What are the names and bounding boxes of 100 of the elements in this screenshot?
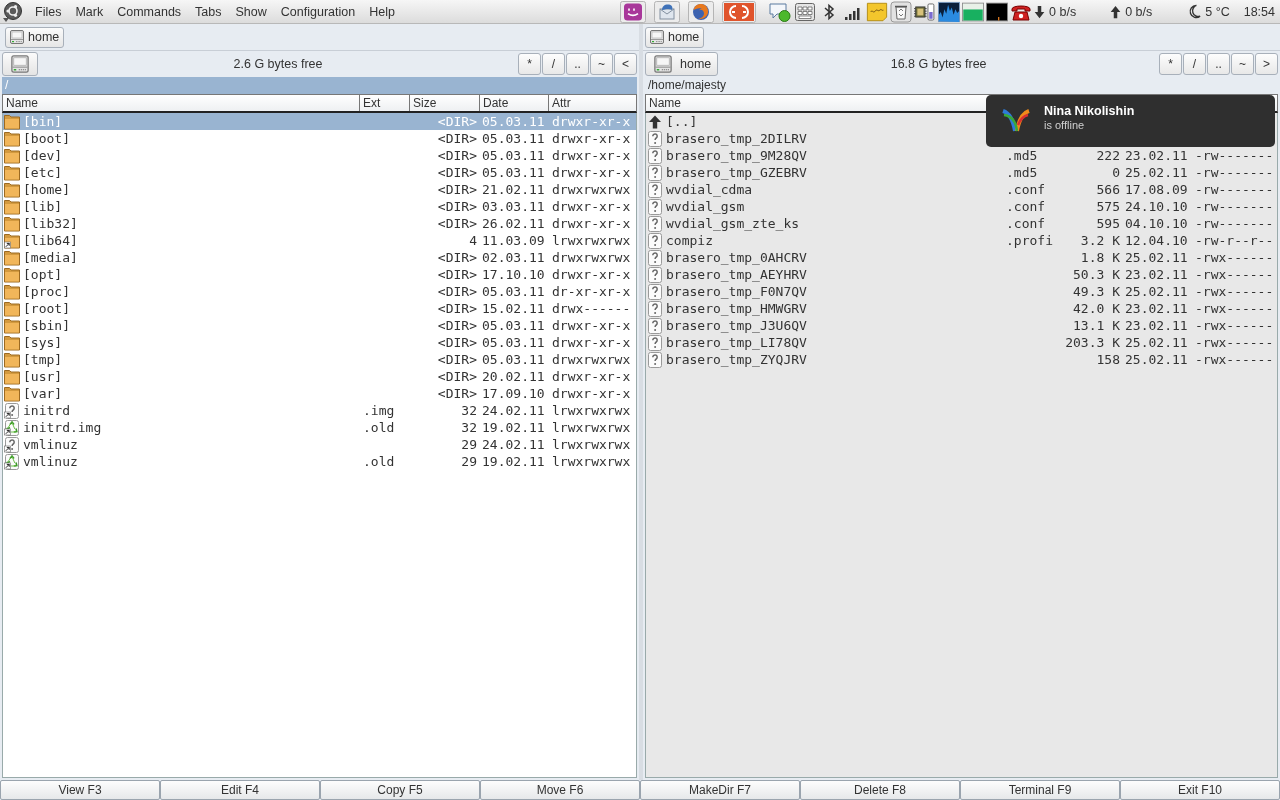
globe-icon[interactable] bbox=[688, 0, 715, 23]
menu-item[interactable]: Show bbox=[228, 0, 274, 23]
file-size: <DIR> bbox=[437, 301, 477, 316]
menu-item[interactable]: Help bbox=[362, 0, 402, 23]
temperature[interactable]: 5 °C bbox=[1205, 4, 1230, 19]
column-header[interactable]: Name bbox=[3, 95, 360, 111]
function-key-button[interactable]: Copy F5 bbox=[320, 780, 480, 800]
file-size: 566 bbox=[1096, 182, 1120, 197]
file-name[interactable]: [sbin] bbox=[23, 317, 70, 334]
file-attributes: lrwxrwxrwx bbox=[552, 403, 631, 418]
file-name[interactable]: vmlinuz bbox=[23, 453, 78, 470]
menu-item[interactable]: Commands bbox=[110, 0, 189, 23]
file-name[interactable]: vmlinuz bbox=[23, 436, 78, 453]
file-name[interactable]: initrd bbox=[23, 402, 70, 419]
menu-item[interactable]: Mark bbox=[68, 0, 111, 23]
menu-item[interactable]: Tabs bbox=[188, 0, 229, 23]
chip-and-battery-icon[interactable] bbox=[914, 0, 937, 23]
file-attributes: drwxr-xr-x bbox=[552, 267, 631, 282]
upload-arrow-icon bbox=[1110, 4, 1122, 19]
drive-tab[interactable]: home bbox=[5, 26, 65, 48]
file-name[interactable]: [usr] bbox=[23, 368, 63, 385]
file-name[interactable]: [lib64] bbox=[23, 232, 78, 249]
nav-button[interactable]: * bbox=[1159, 53, 1182, 75]
file-size: 595 bbox=[1096, 216, 1120, 231]
file-attributes: drwxr-xr-x bbox=[552, 318, 631, 333]
file-attributes: drwxr-xr-x bbox=[552, 386, 631, 401]
nav-button[interactable]: .. bbox=[1207, 53, 1230, 75]
nav-button[interactable]: / bbox=[542, 53, 565, 75]
column-header[interactable]: Size bbox=[410, 95, 480, 111]
file-name[interactable]: [tmp] bbox=[23, 351, 63, 368]
nav-button[interactable]: < bbox=[614, 53, 637, 75]
function-key-button[interactable]: Delete F8 bbox=[800, 780, 960, 800]
question-file-icon bbox=[647, 249, 663, 266]
question-file-icon bbox=[647, 215, 663, 232]
folder-icon bbox=[4, 147, 20, 164]
file-size: 203.3 K bbox=[1065, 335, 1120, 350]
drive-tab[interactable]: home bbox=[645, 26, 705, 48]
function-key-button[interactable]: Edit F4 bbox=[160, 780, 320, 800]
nav-button[interactable]: ~ bbox=[590, 53, 613, 75]
file-name[interactable]: [opt] bbox=[23, 266, 63, 283]
menu-item[interactable]: Files bbox=[28, 0, 69, 23]
column-header[interactable]: Attr bbox=[549, 95, 636, 111]
file-name[interactable]: [lib] bbox=[23, 198, 63, 215]
column-header[interactable]: Ext bbox=[360, 95, 410, 111]
file-attributes: lrwxrwxrwx bbox=[552, 420, 631, 435]
file-name[interactable]: initrd.img bbox=[23, 419, 102, 436]
column-header[interactable]: Date bbox=[480, 95, 549, 111]
nav-button[interactable]: > bbox=[1255, 53, 1278, 75]
nav-button[interactable]: * bbox=[518, 53, 541, 75]
keyboard-icon[interactable] bbox=[794, 0, 817, 23]
file-attributes: -rw------- bbox=[1195, 148, 1274, 163]
nav-button[interactable]: .. bbox=[566, 53, 589, 75]
envelope-icon[interactable] bbox=[654, 0, 681, 23]
file-name[interactable]: [dev] bbox=[23, 147, 63, 164]
question-file-icon bbox=[647, 164, 663, 181]
function-key-button[interactable]: Exit F10 bbox=[1120, 780, 1280, 800]
file-date: 24.10.10 bbox=[1125, 199, 1188, 214]
file-extension: .old bbox=[363, 420, 395, 435]
file-attributes: -rwx------ bbox=[1195, 318, 1274, 333]
file-name[interactable]: [home] bbox=[23, 181, 70, 198]
file-name[interactable]: [var] bbox=[23, 385, 63, 402]
area-graph-icon[interactable] bbox=[938, 0, 961, 23]
file-name[interactable]: [root] bbox=[23, 300, 70, 317]
question-file-icon bbox=[647, 283, 663, 300]
file-date: 23.02.11 bbox=[1125, 267, 1188, 282]
file-size: <DIR> bbox=[437, 131, 477, 146]
menu-item[interactable]: Configuration bbox=[273, 0, 363, 23]
nav-button[interactable]: ~ bbox=[1231, 53, 1254, 75]
file-name[interactable]: [boot] bbox=[23, 130, 70, 147]
file-size: 1.8 K bbox=[1080, 250, 1120, 265]
spike-graph-icon[interactable] bbox=[986, 0, 1009, 23]
function-key-button[interactable]: Terminal F9 bbox=[960, 780, 1120, 800]
file-date: 17.10.10 bbox=[482, 267, 545, 282]
free-space-label: 16.8 G bytes free bbox=[889, 57, 988, 71]
nav-button[interactable]: / bbox=[1183, 53, 1206, 75]
file-attributes: -rwx------ bbox=[1195, 284, 1274, 299]
file-name[interactable]: [proc] bbox=[23, 283, 70, 300]
file-name[interactable]: [etc] bbox=[23, 164, 63, 181]
function-key-button[interactable]: Move F6 bbox=[480, 780, 640, 800]
function-key-button[interactable]: MakeDir F7 bbox=[640, 780, 800, 800]
chat-app-icon[interactable] bbox=[620, 0, 647, 23]
trash-icon[interactable] bbox=[890, 0, 913, 23]
drive-button[interactable]: home bbox=[645, 52, 719, 76]
question-file-icon bbox=[647, 147, 663, 164]
file-name[interactable]: [media] bbox=[23, 249, 78, 266]
file-date: 05.03.11 bbox=[482, 318, 545, 333]
function-key-button[interactable]: View F3 bbox=[0, 780, 160, 800]
question-file-icon bbox=[647, 351, 663, 368]
file-attributes: -rw------- bbox=[1195, 216, 1274, 231]
clock[interactable]: 18:54 bbox=[1243, 4, 1275, 19]
file-name[interactable]: [sys] bbox=[23, 334, 63, 351]
drive-button[interactable] bbox=[2, 52, 38, 76]
app-launcher-icon[interactable] bbox=[722, 0, 757, 23]
file-date: 25.02.11 bbox=[1125, 284, 1188, 299]
folder-icon bbox=[4, 351, 20, 368]
file-name[interactable]: [lib32] bbox=[23, 215, 78, 232]
app-menu-icon[interactable] bbox=[2, 0, 24, 23]
question-file-icon bbox=[647, 266, 663, 283]
chat-bubble-icon[interactable] bbox=[768, 0, 793, 23]
file-attributes: -rw------- bbox=[1195, 165, 1274, 180]
